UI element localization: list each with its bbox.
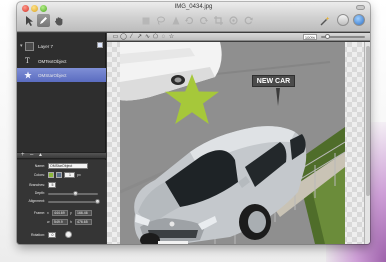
line-shape-icon[interactable]: ⁄ [128, 33, 135, 41]
layers-sidebar: ▾ Layer 7 T OMTextObject OMStarObject + … [17, 33, 106, 244]
window-title: IMG_0434.jpg [174, 4, 213, 10]
zoom-slider-knob[interactable] [325, 34, 330, 39]
layer-label: OMTextObject [38, 58, 67, 64]
crop-icon[interactable] [212, 14, 225, 27]
rectangle-icon[interactable] [139, 14, 152, 27]
ellipse-shape-icon[interactable]: ◯ [120, 33, 127, 41]
rotation-label: Rotation: [30, 233, 45, 237]
frame-x-field[interactable]: 444.69 [52, 210, 68, 216]
alignment-slider[interactable] [48, 201, 98, 203]
star-object-icon [24, 71, 38, 79]
lasso-icon[interactable] [154, 14, 167, 27]
text-object-icon: T [25, 57, 30, 65]
remove-layer-button[interactable]: – [30, 152, 33, 158]
rotate-icon[interactable] [197, 14, 210, 27]
frame-y-label: y [70, 211, 72, 215]
photo-image [120, 42, 345, 244]
frame-x-label: x [47, 211, 49, 215]
canvas-area[interactable]: NEW CAR [107, 42, 370, 244]
export-icon[interactable]: ▲ [38, 152, 43, 158]
stroke-width-unit: px [77, 173, 81, 177]
alignment-slider-knob[interactable] [95, 199, 100, 204]
branches-label: Branches: [29, 183, 45, 187]
hand-icon[interactable] [52, 14, 65, 27]
toolbar-toggle-button[interactable] [356, 5, 365, 10]
frame-label: Frame: [33, 211, 45, 215]
shape-toolbar: ▭ ◯ ⁄ ↗ ∿ ⬠ ◌ ☆ 100% [107, 33, 370, 41]
pen-icon[interactable] [37, 14, 50, 27]
alignment-label: Alignment: [28, 199, 45, 203]
frame-h-field[interactable]: 476.65 [75, 219, 92, 225]
star-object[interactable] [163, 74, 221, 124]
fill-color-well[interactable] [48, 172, 54, 178]
title-bar: IMG_0434.jpg [17, 2, 370, 32]
frame-w-label: w [47, 220, 50, 224]
star-shape-icon[interactable]: ☆ [168, 33, 175, 41]
app-window: IMG_0434.jpg ▾ Layer 7 T OMTextObject OM… [17, 2, 370, 244]
text-object-label[interactable]: NEW CAR [252, 75, 295, 87]
name-field[interactable]: OMStarObject [48, 163, 88, 169]
effects-icon[interactable] [227, 14, 240, 27]
name-label: Name: [34, 164, 45, 168]
depth-label: Depth: [34, 191, 45, 195]
polygon-shape-icon[interactable]: ⬠ [152, 33, 159, 41]
layer-label: OMStarObject [38, 72, 67, 78]
stroke-width-field[interactable]: 1 [64, 172, 75, 178]
callout-pointer [276, 88, 280, 106]
zoom-field[interactable]: 100% [303, 34, 317, 40]
colors-label: Colors: [33, 173, 45, 177]
frame-w-field[interactable]: 549.9 [52, 219, 68, 225]
branches-field[interactable]: 5 [48, 182, 56, 188]
text-object-text: NEW CAR [256, 77, 291, 85]
vertical-scrollbar[interactable] [364, 42, 370, 244]
layer-row-selected[interactable]: OMStarObject [17, 68, 106, 82]
rotation-field[interactable]: 0 [48, 232, 56, 238]
refresh-icon[interactable] [242, 14, 255, 27]
layer-thumbnail [25, 41, 34, 51]
object-inspector: Name: OMStarObject Colors: 1 px Branches… [17, 160, 106, 244]
layer-row[interactable]: T OMTextObject [17, 54, 106, 68]
stroke-color-well[interactable] [56, 172, 62, 178]
info-icon[interactable] [337, 14, 349, 26]
shape-icon[interactable] [169, 14, 182, 27]
add-layer-button[interactable]: + [21, 152, 25, 158]
curve-shape-icon[interactable]: ∿ [144, 33, 151, 41]
layer-label: Layer 7 [38, 43, 54, 49]
rotation-dial[interactable] [65, 231, 72, 238]
magic-wand-icon[interactable] [318, 14, 331, 27]
layer-visibility-checkbox[interactable] [97, 42, 103, 48]
rectangle-shape-icon[interactable]: ▭ [112, 33, 119, 41]
rotate-icon[interactable] [183, 14, 196, 27]
scrollbar-thumb[interactable] [366, 46, 370, 196]
arrow-icon[interactable] [23, 14, 36, 27]
depth-slider-knob[interactable] [73, 191, 78, 196]
arrow-shape-icon[interactable]: ↗ [136, 33, 143, 41]
layer-group-row[interactable]: ▾ Layer 7 [17, 39, 106, 53]
bubble-shape-icon[interactable]: ◌ [160, 33, 167, 41]
layers-action-bar: + – ▲ [17, 152, 106, 159]
globe-icon[interactable] [353, 14, 365, 26]
frame-y-field[interactable]: 166.46 [75, 210, 92, 216]
frame-h-label: h [70, 220, 72, 224]
